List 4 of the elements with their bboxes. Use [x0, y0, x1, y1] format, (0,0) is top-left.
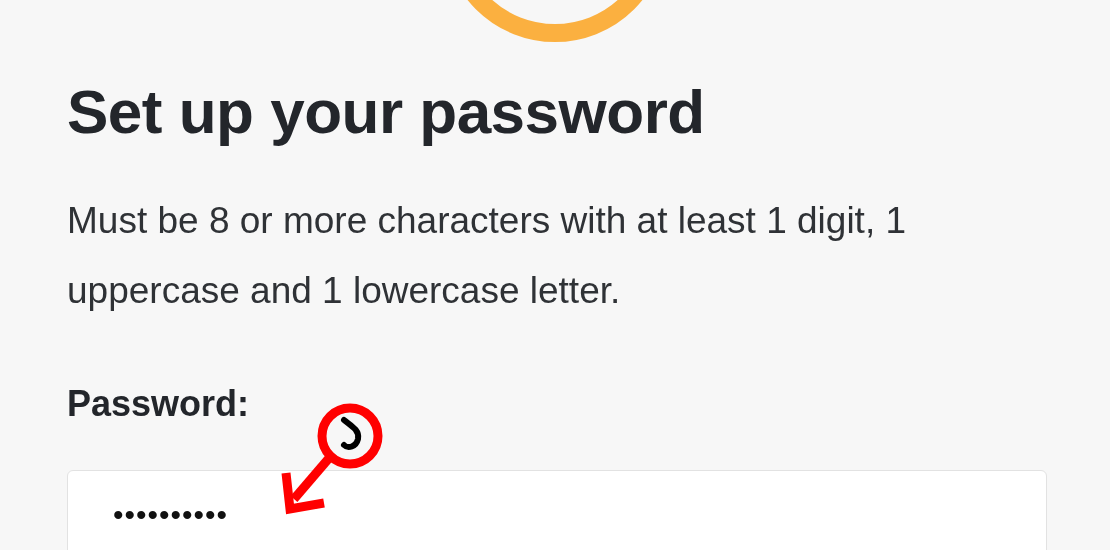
- password-label: Password:: [67, 382, 250, 426]
- page-title: Set up your password: [67, 76, 706, 148]
- password-requirements: Must be 8 or more characters with at least 1 digit, 1 uppercase and 1 lowercase letter.: [67, 199, 908, 313]
- password-field[interactable]: ••••••••••: [67, 470, 1047, 550]
